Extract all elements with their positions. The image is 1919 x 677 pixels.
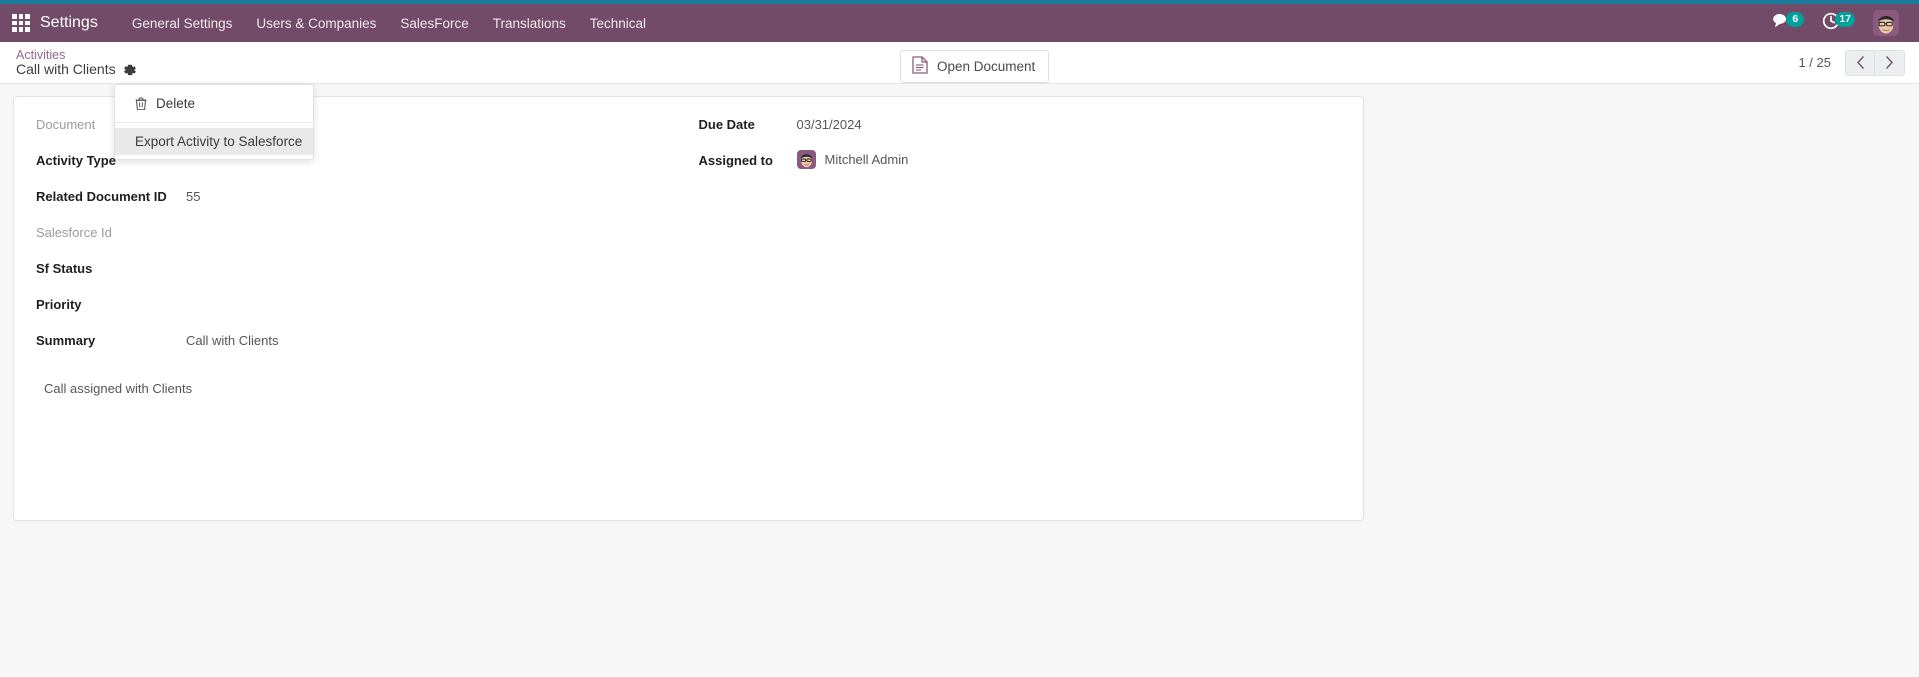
field-priority-label: Priority xyxy=(36,297,82,312)
field-priority-value[interactable] xyxy=(186,293,689,313)
field-sf-status: Sf Status xyxy=(36,257,689,287)
grid-apps-icon[interactable] xyxy=(10,12,32,34)
messages-menu[interactable]: 6 xyxy=(1772,11,1805,35)
field-summary-value[interactable]: Call with Clients xyxy=(186,329,689,349)
document-icon xyxy=(912,56,928,77)
activity-notes[interactable]: Call assigned with Clients xyxy=(36,381,1341,396)
nav-item-users-companies[interactable]: Users & Companies xyxy=(244,7,388,40)
field-related-document-id-value[interactable]: 55 xyxy=(186,185,689,205)
chevron-left-icon[interactable] xyxy=(1845,49,1875,76)
field-related-document-id-label: Related Document ID xyxy=(36,189,167,204)
open-document-button[interactable]: Open Document xyxy=(900,50,1050,83)
pager-count: 1 / 25 xyxy=(1798,55,1831,70)
field-summary-label: Summary xyxy=(36,333,96,348)
field-sf-status-label: Sf Status xyxy=(36,261,93,276)
nav-item-general-settings[interactable]: General Settings xyxy=(120,7,245,40)
field-priority: Priority xyxy=(36,293,689,323)
field-summary: Summary Call with Clients xyxy=(36,329,689,359)
open-document-label: Open Document xyxy=(937,59,1036,74)
activities-menu[interactable]: 17 xyxy=(1822,11,1855,35)
content-area: Document n Khetade Activity Type Related… xyxy=(0,84,1919,676)
user-avatar-icon[interactable] xyxy=(1873,10,1899,36)
record-pager: 1 / 25 xyxy=(1798,49,1905,76)
activities-counter: 17 xyxy=(1835,11,1855,27)
field-due-date: Due Date 03/31/2024 xyxy=(699,113,1342,143)
gear-icon[interactable] xyxy=(123,63,137,77)
navbar-systray: 6 17 xyxy=(1772,10,1905,36)
dropdown-item-delete-label: Delete xyxy=(156,96,196,111)
dropdown-separator xyxy=(115,122,313,123)
main-navbar: Settings General Settings Users & Compan… xyxy=(0,4,1919,42)
field-salesforce-id-label: Salesforce Id xyxy=(36,225,112,240)
nav-item-translations[interactable]: Translations xyxy=(481,7,578,40)
messages-counter: 6 xyxy=(1786,11,1805,27)
gear-dropdown-menu: Delete Export Activity to Salesforce xyxy=(114,84,314,160)
breadcrumb: Activities Call with Clients xyxy=(16,48,137,78)
field-sf-status-value[interactable] xyxy=(186,257,689,277)
control-panel: Activities Call with Clients Open Docume… xyxy=(0,42,1919,160)
field-assigned-to-name: Mitchell Admin xyxy=(824,152,909,167)
chevron-right-icon[interactable] xyxy=(1875,49,1905,76)
nav-item-salesforce[interactable]: SalesForce xyxy=(388,7,480,40)
field-due-date-label: Due Date xyxy=(698,117,755,132)
field-assigned-to-value[interactable]: Mitchell Admin xyxy=(796,149,1342,169)
field-assigned-to: Assigned to Mitchell Admin xyxy=(699,149,1342,179)
breadcrumb-parent-activities[interactable]: Activities xyxy=(16,48,137,62)
trash-icon xyxy=(135,97,147,111)
dropdown-item-export-activity-to-salesforce[interactable]: Export Activity to Salesforce xyxy=(115,128,313,155)
dropdown-item-delete[interactable]: Delete xyxy=(115,90,313,117)
field-due-date-value[interactable]: 03/31/2024 xyxy=(797,113,1342,133)
nav-item-technical[interactable]: Technical xyxy=(578,7,658,40)
open-document-container: Open Document xyxy=(900,50,1050,83)
breadcrumb-current-row: Call with Clients xyxy=(16,61,137,78)
avatar xyxy=(796,150,816,169)
field-salesforce-id-value[interactable] xyxy=(186,221,689,241)
field-assigned-to-label: Assigned to xyxy=(698,153,773,168)
dropdown-item-export-label: Export Activity to Salesforce xyxy=(135,134,303,149)
field-salesforce-id: Salesforce Id xyxy=(36,221,689,251)
field-related-document-id: Related Document ID 55 xyxy=(36,185,689,215)
navbar-menu: General Settings Users & Companies Sales… xyxy=(120,7,658,40)
app-brand-settings[interactable]: Settings xyxy=(40,14,98,32)
page-title: Call with Clients xyxy=(16,61,116,78)
form-column-right: Due Date 03/31/2024 Assigned to Mitchell… xyxy=(689,113,1342,365)
